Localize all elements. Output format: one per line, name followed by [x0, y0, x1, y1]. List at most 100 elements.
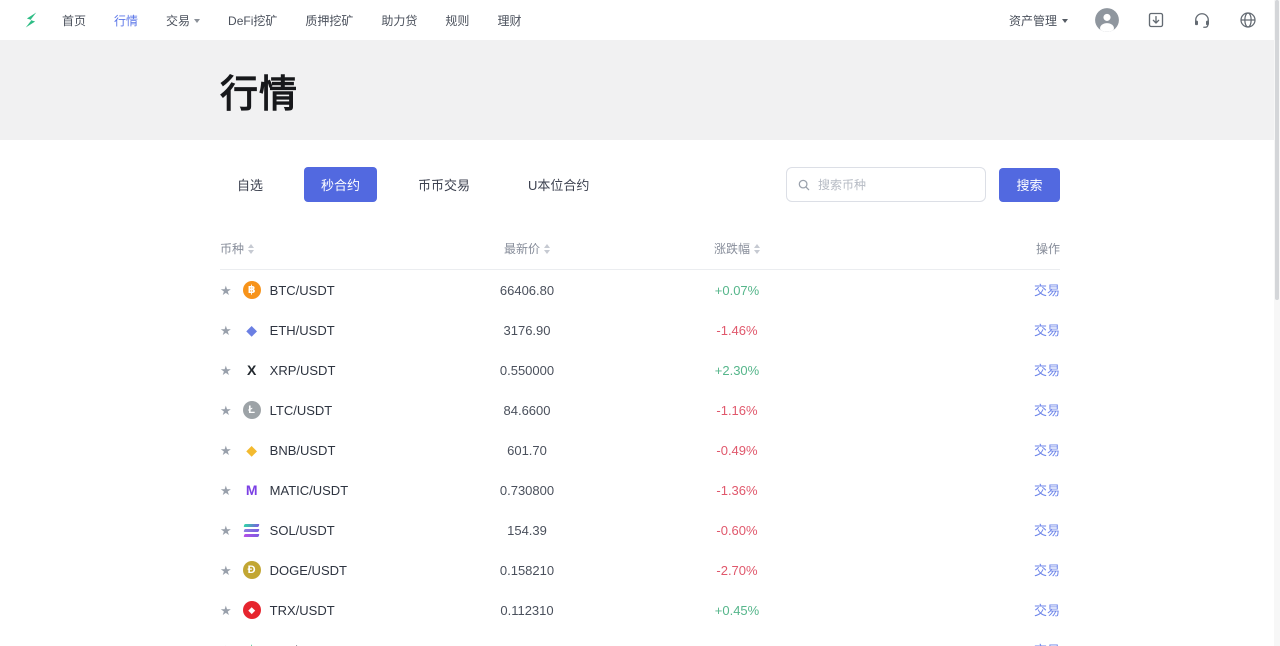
last-price: 601.70	[410, 443, 644, 458]
support-headset-icon[interactable]	[1192, 10, 1212, 30]
action-cell: 交易	[830, 560, 1060, 580]
tab-usdt-futures[interactable]: U本位合约	[511, 167, 606, 202]
last-price: 66406.80	[410, 283, 644, 298]
nav-item-wealth[interactable]: 理财	[497, 12, 521, 29]
favorite-star-icon[interactable]: ★	[220, 324, 232, 337]
favorite-star-icon[interactable]: ★	[220, 364, 232, 377]
pair-cell: ★ÐDOGE/USDT	[220, 561, 410, 579]
coin-icon: ◆	[243, 321, 261, 339]
coin-icon: X	[243, 361, 261, 379]
col-header-symbol[interactable]: 币种	[220, 240, 410, 257]
col-header-price[interactable]: 最新价	[410, 240, 644, 257]
favorite-star-icon[interactable]: ★	[220, 564, 232, 577]
table-row-plz: ★✳PLZ/USDT0.071700-1.56%交易	[220, 630, 1060, 646]
page-scrollbar[interactable]	[1274, 0, 1280, 646]
trade-link[interactable]: 交易	[1034, 403, 1060, 418]
favorite-star-icon[interactable]: ★	[220, 444, 232, 457]
download-icon[interactable]	[1146, 10, 1166, 30]
favorite-star-icon[interactable]: ★	[220, 284, 232, 297]
action-cell: 交易	[830, 640, 1060, 646]
nav-item-trade[interactable]: 交易	[166, 12, 200, 29]
nav-item-staking-mining[interactable]: 质押挖矿	[305, 12, 353, 29]
change-percent: -1.56%	[644, 643, 830, 646]
nav-item-rules[interactable]: 规则	[445, 12, 469, 29]
change-percent: -0.60%	[644, 523, 830, 538]
pair-cell: ★SOL/USDT	[220, 521, 410, 539]
pair-symbol: BTC/USDT	[270, 283, 335, 298]
search-input[interactable]	[818, 178, 975, 192]
pair-cell: ★MMATIC/USDT	[220, 481, 410, 499]
col-header-label: 涨跌幅	[714, 240, 750, 257]
last-price: 3176.90	[410, 323, 644, 338]
trade-link[interactable]: 交易	[1034, 363, 1060, 378]
chevron-down-icon	[1062, 19, 1068, 23]
col-header-change[interactable]: 涨跌幅	[644, 240, 830, 257]
search-button[interactable]: 搜索	[999, 168, 1060, 202]
sort-icon[interactable]	[754, 244, 760, 254]
asset-management-label: 资产管理	[1009, 12, 1057, 29]
nav-item-defi-mining[interactable]: DeFi挖矿	[228, 12, 277, 29]
favorite-star-icon[interactable]: ★	[220, 604, 232, 617]
last-price: 0.071700	[410, 643, 644, 646]
tab-seconds-contract[interactable]: 秒合约	[304, 167, 377, 202]
action-cell: 交易	[830, 440, 1060, 460]
favorite-star-icon[interactable]: ★	[220, 404, 232, 417]
sort-icon[interactable]	[544, 244, 550, 254]
trade-link[interactable]: 交易	[1034, 563, 1060, 578]
nav-item-label: 质押挖矿	[305, 12, 353, 29]
coin-icon	[243, 521, 261, 539]
trade-link[interactable]: 交易	[1034, 323, 1060, 338]
coin-icon: ◆	[243, 601, 261, 619]
coin-icon: Ł	[243, 401, 261, 419]
nav-item-label: DeFi挖矿	[228, 12, 277, 29]
change-percent: -1.16%	[644, 403, 830, 418]
asset-management-menu[interactable]: 资产管理	[1009, 12, 1068, 29]
brand-logo[interactable]	[22, 11, 40, 29]
nav-item-label: 助力贷	[381, 12, 417, 29]
page-banner: 行情	[0, 40, 1280, 140]
main-content: 自选秒合约币币交易U本位合约 搜索 币种最新价涨跌幅操作 ★฿BTC/USDT6…	[220, 167, 1060, 646]
tab-spot[interactable]: 币币交易	[401, 167, 487, 202]
search-box[interactable]	[786, 167, 986, 202]
pair-cell: ★ŁLTC/USDT	[220, 401, 410, 419]
nav-item-markets[interactable]: 行情	[114, 12, 138, 29]
favorite-star-icon[interactable]: ★	[220, 484, 232, 497]
trade-link[interactable]: 交易	[1034, 603, 1060, 618]
nav-item-home[interactable]: 首页	[62, 12, 86, 29]
nav-item-label: 理财	[497, 12, 521, 29]
pair-symbol: MATIC/USDT	[270, 483, 348, 498]
nav-item-boost-loan[interactable]: 助力贷	[381, 12, 417, 29]
last-price: 0.158210	[410, 563, 644, 578]
action-cell: 交易	[830, 600, 1060, 620]
trade-link[interactable]: 交易	[1034, 283, 1060, 298]
trade-link[interactable]: 交易	[1034, 483, 1060, 498]
nav-item-label: 规则	[445, 12, 469, 29]
tab-favorites[interactable]: 自选	[220, 167, 280, 202]
col-header-label: 币种	[220, 240, 244, 257]
change-percent: +2.30%	[644, 363, 830, 378]
trade-link[interactable]: 交易	[1034, 523, 1060, 538]
last-price: 84.6600	[410, 403, 644, 418]
nav-item-label: 首页	[62, 12, 86, 29]
favorite-star-icon[interactable]: ★	[220, 524, 232, 537]
action-cell: 交易	[830, 400, 1060, 420]
nav-item-label: 行情	[114, 12, 138, 29]
search-icon	[797, 178, 811, 192]
change-percent: +0.45%	[644, 603, 830, 618]
sort-icon[interactable]	[248, 244, 254, 254]
pair-symbol: ETH/USDT	[270, 323, 335, 338]
search-area: 搜索	[786, 167, 1060, 202]
col-header-label: 操作	[1036, 240, 1060, 257]
pair-cell: ★◆TRX/USDT	[220, 601, 410, 619]
scrollbar-thumb[interactable]	[1275, 0, 1279, 300]
table-row-xrp: ★XXRP/USDT0.550000+2.30%交易	[220, 350, 1060, 390]
language-globe-icon[interactable]	[1238, 10, 1258, 30]
trade-link[interactable]: 交易	[1034, 443, 1060, 458]
avatar[interactable]	[1094, 7, 1120, 33]
change-percent: -1.46%	[644, 323, 830, 338]
col-header-action: 操作	[830, 240, 1060, 257]
coin-icon: Ð	[243, 561, 261, 579]
change-percent: -1.36%	[644, 483, 830, 498]
table-row-matic: ★MMATIC/USDT0.730800-1.36%交易	[220, 470, 1060, 510]
last-price: 154.39	[410, 523, 644, 538]
